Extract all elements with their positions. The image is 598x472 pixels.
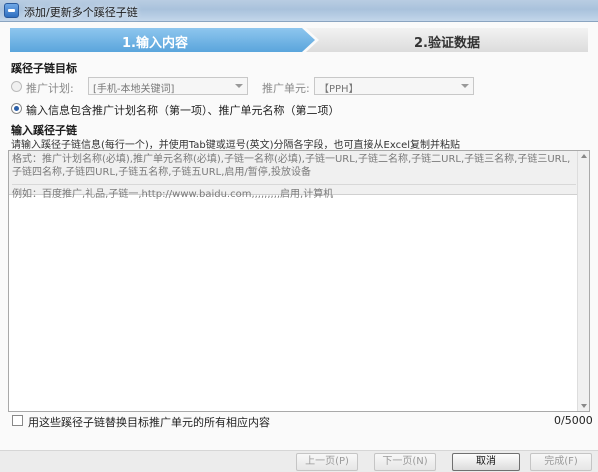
- target-heading: 蹊径子链目标: [11, 62, 77, 75]
- unit-select-value: 【PPH】: [319, 84, 359, 95]
- finish-button[interactable]: 完成(F): [530, 453, 592, 471]
- format-hint: 格式：推广计划名称(必填),推广单元名称(必填),子链一名称(必填),子链一UR…: [9, 151, 579, 200]
- step-input-content: 1.输入内容: [10, 28, 315, 52]
- textarea-scrollbar[interactable]: [577, 151, 589, 411]
- chevron-down-icon: [235, 84, 243, 88]
- step-verify-data: 2.验证数据: [306, 28, 588, 52]
- unit-label: 推广单元:: [262, 82, 310, 95]
- wizard-steps: 1.输入内容 2.验证数据: [10, 28, 588, 52]
- plan-select[interactable]: [手机-本地关键词]: [88, 77, 248, 95]
- prev-button[interactable]: 上一页(P): [296, 453, 358, 471]
- input-instruction: 请输入蹊径子链信息(每行一个)，并使用Tab键或逗号(英文)分隔各字段，也可直接…: [11, 140, 461, 151]
- step1-label: 1.输入内容: [122, 36, 188, 51]
- step2-label: 2.验证数据: [414, 36, 480, 51]
- radio-select-target[interactable]: [11, 81, 22, 92]
- cancel-button[interactable]: 取消: [452, 453, 520, 471]
- plan-label: 推广计划:: [26, 82, 74, 95]
- format-hint-text: 格式：推广计划名称(必填),推广单元名称(必填),子链一名称(必填),子链一UR…: [12, 154, 571, 178]
- replace-checkbox[interactable]: [12, 415, 23, 426]
- dialog-footer: 上一页(P) 下一页(N) 取消 完成(F): [0, 450, 598, 472]
- scroll-down-icon[interactable]: [581, 404, 587, 408]
- window-title: 添加/更新多个蹊径子链: [24, 6, 138, 19]
- unit-select[interactable]: 【PPH】: [314, 77, 474, 95]
- chevron-down-icon: [461, 84, 469, 88]
- links-textarea[interactable]: 格式：推广计划名称(必填),推广单元名称(必填),子链一名称(必填),子链一UR…: [8, 150, 590, 412]
- next-button[interactable]: 下一页(N): [374, 453, 436, 471]
- example-hint-text: 例如：百度推广,礼品,子链一,http://www.baidu.com,,,,,…: [12, 184, 576, 201]
- title-bar: 添加/更新多个蹊径子链: [0, 0, 598, 22]
- scroll-up-icon[interactable]: [581, 154, 587, 158]
- plan-select-value: [手机-本地关键词]: [93, 84, 175, 95]
- app-icon: [4, 3, 19, 18]
- replace-checkbox-label: 用这些蹊径子链替换目标推广单元的所有相应内容: [28, 416, 270, 429]
- option-include-plan-unit-label: 输入信息包含推广计划名称（第一项）、推广单元名称（第二项）: [26, 104, 340, 117]
- char-counter: 0/5000: [554, 414, 593, 427]
- radio-include-plan-unit[interactable]: [11, 103, 22, 114]
- dialog-content: 1.输入内容 2.验证数据 蹊径子链目标 推广计划: [手机-本地关键词] 推广…: [0, 22, 598, 450]
